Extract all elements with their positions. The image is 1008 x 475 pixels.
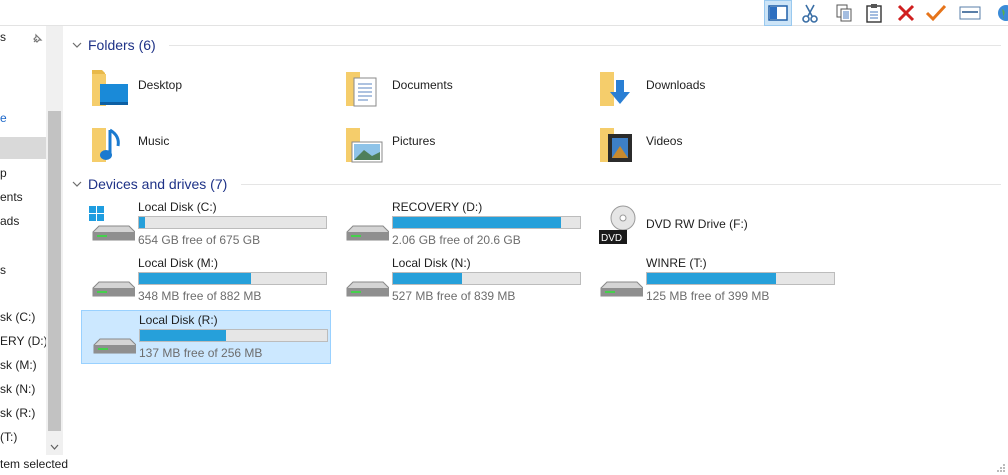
nav-item-drive[interactable]: sk (N:) xyxy=(0,378,46,400)
drive-usage-fill xyxy=(139,217,145,228)
drive-icon xyxy=(93,338,136,354)
nav-item[interactable]: p xyxy=(0,162,46,184)
folders-group-header[interactable]: Folders (6) xyxy=(70,33,156,57)
chevron-down-icon[interactable] xyxy=(70,177,84,191)
folder-item-downloads[interactable]: Downloads xyxy=(572,60,822,112)
drive-usage-bar xyxy=(138,272,327,285)
drive-item[interactable]: WINRE (T:) 125 MB free of 399 MB xyxy=(589,254,839,308)
folder-item-pictures[interactable]: Pictures xyxy=(318,116,568,168)
videos-folder-icon xyxy=(600,128,632,162)
drive-usage-fill xyxy=(647,273,776,284)
cut-icon[interactable] xyxy=(796,0,824,26)
drive-usage-bar xyxy=(392,272,581,285)
drive-item-selected[interactable]: Local Disk (R:) 137 MB free of 256 MB xyxy=(81,310,331,364)
delete-icon[interactable] xyxy=(892,0,920,26)
drive-item-dvd[interactable]: DVD DVD RW Drive (F:) xyxy=(589,198,839,252)
drive-usage-bar xyxy=(646,272,835,285)
nav-item[interactable]: ads xyxy=(0,210,46,232)
globe-icon[interactable] xyxy=(988,0,1008,26)
drive-usage-bar xyxy=(138,216,327,229)
nav-scrollbar[interactable] xyxy=(46,26,63,455)
drive-usage-bar xyxy=(392,216,581,229)
drive-usage-fill xyxy=(393,273,462,284)
status-text: tem selected xyxy=(0,457,69,471)
drive-usage-fill xyxy=(139,273,251,284)
folder-item-desktop[interactable]: Desktop xyxy=(64,60,314,112)
drive-item[interactable]: Local Disk (N:) 527 MB free of 839 MB xyxy=(335,254,585,308)
downloads-folder-icon xyxy=(600,72,630,106)
pin-icon[interactable] xyxy=(30,32,44,46)
nav-item-drive[interactable]: sk (M:) xyxy=(0,354,46,376)
drive-item[interactable]: Local Disk (M:) 348 MB free of 882 MB xyxy=(81,254,331,308)
rename-icon[interactable] xyxy=(956,0,984,26)
drive-usage-bar xyxy=(139,329,328,342)
paste-icon[interactable] xyxy=(860,0,888,26)
chevron-down-icon[interactable] xyxy=(70,38,84,52)
group-divider xyxy=(241,184,1001,185)
copy-icon[interactable] xyxy=(830,0,858,26)
nav-item[interactable]: s xyxy=(0,259,46,281)
nav-item-drive[interactable]: sk (R:) xyxy=(0,402,46,424)
drive-icon xyxy=(600,281,643,297)
drive-item[interactable]: RECOVERY (D:) 2.06 GB free of 20.6 GB xyxy=(335,198,585,252)
check-icon[interactable] xyxy=(922,0,950,26)
drive-usage-fill xyxy=(140,330,226,341)
windows-drive-icon xyxy=(89,206,135,241)
scrollbar-thumb[interactable] xyxy=(48,111,61,431)
drives-group-title: Devices and drives (7) xyxy=(88,176,228,192)
nav-item-drive[interactable]: sk (C:) xyxy=(0,306,46,328)
navigation-pane: s e p ents ads s sk (C:) ERY (D:) sk (M:… xyxy=(0,26,64,455)
nav-item-selected[interactable] xyxy=(0,137,46,159)
nav-item-drive[interactable]: (T:) xyxy=(0,426,46,448)
toolbar xyxy=(0,0,1008,26)
folders-group-title: Folders (6) xyxy=(88,37,156,53)
details-pane-icon[interactable] xyxy=(764,0,792,26)
nav-item-drive[interactable]: ERY (D:) xyxy=(0,330,46,352)
drive-item[interactable]: Local Disk (C:) 654 GB free of 675 GB xyxy=(81,198,331,252)
status-bar: tem selected xyxy=(0,455,1008,475)
music-folder-icon xyxy=(92,128,120,162)
drive-icon xyxy=(92,281,135,297)
group-divider xyxy=(169,45,1001,46)
folder-item-videos[interactable]: Videos xyxy=(572,116,822,168)
drive-usage-fill xyxy=(393,217,561,228)
drive-icon xyxy=(346,281,389,297)
drive-icon xyxy=(346,225,389,241)
folder-item-music[interactable]: Music xyxy=(64,116,314,168)
dvd-logo-text: DVD xyxy=(601,233,623,244)
pictures-folder-icon xyxy=(346,128,383,163)
folder-item-documents[interactable]: Documents xyxy=(318,60,568,112)
resize-grip-icon[interactable] xyxy=(996,463,1006,473)
nav-item[interactable]: ents xyxy=(0,186,46,208)
scroll-down-icon[interactable] xyxy=(46,438,63,455)
drives-group-header[interactable]: Devices and drives (7) xyxy=(70,172,227,196)
content-pane: Folders (6) Desktop Documents Downloads … xyxy=(64,26,1008,455)
desktop-folder-icon xyxy=(92,70,128,106)
nav-item[interactable]: e xyxy=(0,107,46,129)
documents-folder-icon xyxy=(346,72,377,107)
